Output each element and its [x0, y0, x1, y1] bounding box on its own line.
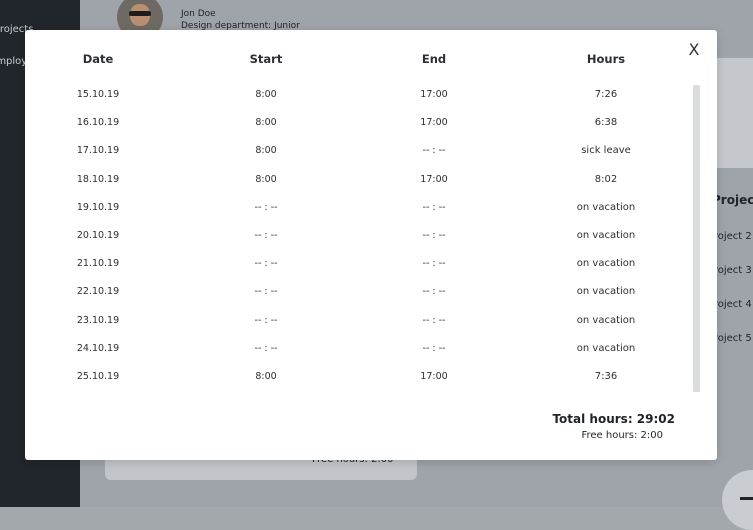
cell-hours: 7:36 [594, 371, 618, 382]
column-header-hours: Hours [586, 52, 626, 66]
column-header-end: End [421, 52, 447, 66]
cell-date: 24.10.19 [76, 342, 120, 354]
table-row: 23.10.19 -- : -- -- : -- on vacation [25, 314, 685, 342]
cell-start: -- : -- [254, 314, 278, 326]
cell-hours: on vacation [576, 314, 636, 326]
table-row: 16.10.19 8:00 17:00 6:38 [25, 116, 685, 144]
cell-date: 19.10.19 [76, 201, 120, 213]
cell-start: -- : -- [254, 342, 278, 354]
cell-end: -- : -- [422, 258, 446, 270]
cell-date: 16.10.19 [76, 117, 120, 129]
table-row: 22.10.19 -- : -- -- : -- on vacation [25, 285, 685, 313]
table-row: 25.10.19 8:00 17:00 7:36 [25, 370, 685, 398]
close-button[interactable]: X [684, 40, 704, 60]
cell-start: -- : -- [254, 286, 278, 298]
cell-date: 25.10.19 [76, 371, 120, 382]
cell-end: -- : -- [422, 286, 446, 298]
cell-end: 17:00 [420, 371, 448, 382]
timesheet-modal: X Date Start End Hours 15.10.19 8:00 17:00… [25, 30, 717, 460]
cell-start: -- : -- [254, 230, 278, 241]
cell-date: 17.10.19 [76, 145, 120, 157]
cell-hours: on vacation [576, 258, 636, 270]
cell-start: 8:00 [255, 145, 277, 157]
cell-start: -- : -- [254, 201, 278, 213]
column-header-date: Date [82, 52, 114, 66]
minus-icon [740, 497, 753, 500]
profile-name: Jon Doe [181, 9, 216, 19]
cell-end: -- : -- [422, 145, 446, 157]
table-row: 21.10.19 -- : -- -- : -- on vacation [25, 257, 685, 285]
cell-date: 18.10.19 [76, 173, 120, 185]
free-hours: Free hours: 2:00 [581, 430, 663, 441]
cell-date: 22.10.19 [76, 286, 120, 298]
table-row: 20.10.19 -- : -- -- : -- on vacation [25, 229, 685, 257]
cell-hours: on vacation [576, 286, 636, 298]
cell-hours: on vacation [576, 342, 636, 354]
table-row: 15.10.19 8:00 17:00 7:26 [25, 88, 685, 116]
cell-start: 8:00 [255, 371, 277, 382]
cell-end: -- : -- [422, 201, 446, 213]
cell-hours: sick leave [581, 145, 631, 157]
cell-start: -- : -- [254, 258, 278, 270]
column-header-start: Start [249, 52, 283, 66]
total-hours: Total hours: 29:02 [552, 412, 675, 426]
cell-hours: 7:26 [594, 89, 618, 100]
cell-date: 15.10.19 [76, 89, 120, 100]
cell-hours: on vacation [576, 201, 636, 213]
cell-end: -- : -- [422, 230, 446, 241]
scrollbar-thumb[interactable] [693, 85, 700, 392]
projects-title: Projects [712, 193, 753, 207]
cell-hours: on vacation [576, 230, 636, 241]
cell-end: -- : -- [422, 342, 446, 354]
table-row: 19.10.19 -- : -- -- : -- on vacation [25, 201, 685, 229]
table-row: 24.10.19 -- : -- -- : -- on vacation [25, 342, 685, 370]
cell-start: 8:00 [255, 89, 277, 100]
cell-end: -- : -- [422, 314, 446, 326]
cell-start: 8:00 [255, 117, 277, 129]
scrollbar[interactable] [693, 85, 700, 392]
cell-hours: 8:02 [594, 173, 618, 185]
cell-end: 17:00 [420, 89, 448, 100]
cell-end: 17:00 [420, 173, 448, 185]
table-row: 18.10.19 8:00 17:00 8:02 [25, 173, 685, 201]
cell-date: 20.10.19 [76, 230, 120, 241]
table-row: 17.10.19 8:00 -- : -- sick leave [25, 144, 685, 172]
cell-end: 17:00 [420, 117, 448, 129]
cell-start: 8:00 [255, 173, 277, 185]
cell-date: 21.10.19 [76, 258, 120, 270]
cell-hours: 6:38 [594, 117, 618, 129]
cell-date: 23.10.19 [76, 314, 120, 326]
